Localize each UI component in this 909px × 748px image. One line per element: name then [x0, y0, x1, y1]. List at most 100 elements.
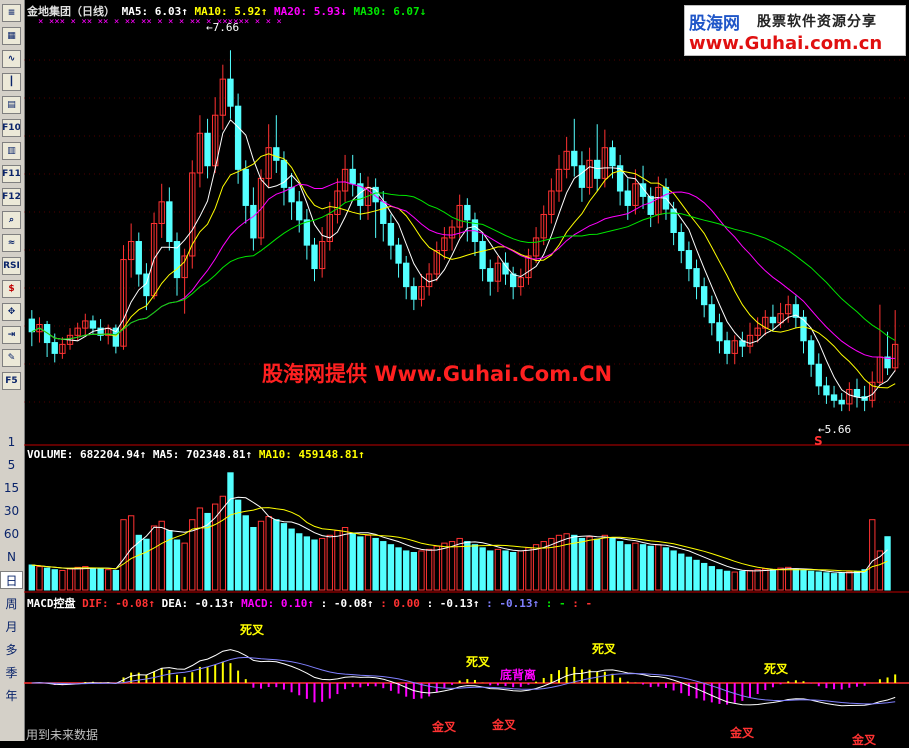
volume-bar — [357, 536, 364, 591]
period-5[interactable]: 5 — [0, 456, 23, 474]
golden-cross-label-1: 金叉 — [432, 720, 457, 734]
f12-icon[interactable]: F12 — [2, 188, 21, 206]
f10-icon[interactable]: F10 — [2, 119, 21, 137]
candle-body — [487, 268, 494, 282]
volume-bar — [594, 538, 601, 591]
volume-bar — [380, 541, 387, 591]
volume-bar — [425, 548, 433, 591]
candle-body — [716, 322, 723, 342]
volume-bar — [739, 570, 746, 591]
candle-body — [227, 78, 234, 107]
candle-body — [403, 262, 410, 288]
volume-bar — [647, 545, 654, 591]
period-30[interactable]: 30 — [0, 502, 23, 520]
dollar-icon[interactable]: $ — [2, 280, 21, 298]
volume-bar — [280, 523, 288, 591]
candle-body — [296, 201, 303, 221]
extra3-label: : -0.13↑ — [426, 597, 480, 610]
volume-bar — [670, 550, 677, 591]
line-chart-icon[interactable]: ∿ — [2, 50, 21, 68]
candle-body — [311, 244, 318, 270]
grid-icon[interactable]: ▦ — [2, 27, 21, 45]
candle-body — [853, 388, 861, 398]
death-cross-label-2: 死叉 — [466, 655, 491, 669]
volume-bar — [823, 572, 830, 591]
candle-body — [173, 241, 181, 279]
period-1[interactable]: 1 — [0, 433, 23, 451]
future-data-notice: 用到未来数据 — [26, 728, 99, 742]
period-周[interactable]: 周 — [0, 594, 23, 612]
volume-bar — [746, 569, 754, 591]
f5-icon[interactable]: F5 — [2, 372, 21, 390]
volume-bar — [97, 568, 104, 591]
candle-body — [838, 399, 845, 405]
volume-bar — [403, 550, 410, 591]
volume-bar — [288, 528, 295, 591]
candle-body — [800, 316, 807, 342]
extra4-label: : -0.13↑ — [486, 597, 540, 610]
period-年[interactable]: 年 — [0, 686, 23, 704]
volume-bar — [540, 541, 547, 591]
period-月[interactable]: 月 — [0, 617, 23, 635]
table-icon[interactable]: ▤ — [2, 96, 21, 114]
brand-slogan: 股票软件资源分享 — [757, 14, 877, 30]
volume-bar — [127, 515, 135, 591]
volume-bar — [815, 571, 822, 591]
volume-bar — [158, 520, 165, 591]
candle-body — [380, 201, 387, 224]
price-high-label: ←7.66 — [206, 21, 240, 34]
period-日[interactable]: 日 — [0, 571, 23, 589]
brand-logo: 股海网 股票软件资源分享 www.Guhai.com.cn — [684, 5, 906, 56]
left-toolbar: ≡ ▦ ∿ ┃ ▤ F10 ▥ F11 F12 ⌕ ≈ RSI $ ✥ ⇥ ✎ F5 1 5 15 30 60 N 日周月多季… — [0, 0, 25, 741]
candle-body — [594, 159, 601, 179]
candle-body — [685, 250, 693, 270]
volume-ma10-line — [31, 507, 888, 573]
candle-body — [410, 286, 418, 300]
volume-bar — [586, 536, 593, 591]
volume-bar — [66, 568, 74, 591]
death-cross-label-3: 死叉 — [592, 642, 617, 656]
search-icon[interactable]: ⌕ — [2, 211, 21, 229]
pencil-icon[interactable]: ✎ — [2, 349, 21, 367]
candle-body — [28, 318, 35, 333]
volume-bar — [624, 544, 631, 591]
move-icon[interactable]: ✥ — [2, 303, 21, 321]
volume-header: VOLUME: 682204.94↑ MA5: 702348.81↑ MA10:… — [27, 448, 365, 461]
volume-bar — [632, 542, 639, 591]
candle-body — [616, 165, 624, 192]
volume-bar — [150, 525, 158, 591]
volume-bar — [578, 537, 586, 591]
volume-bar — [807, 570, 815, 591]
volume-bar — [242, 515, 249, 591]
report-icon[interactable]: ▥ — [2, 142, 21, 160]
f11-icon[interactable]: F11 — [2, 165, 21, 183]
volume-bar — [716, 569, 723, 591]
volume-bar — [471, 544, 479, 591]
extra2-label: : 0.00 — [380, 597, 420, 610]
golden-cross-label-3: 金叉 — [730, 726, 755, 740]
period-60[interactable]: 60 — [0, 525, 23, 543]
volume-bar — [869, 519, 876, 591]
death-cross-label-1: 死叉 — [240, 623, 265, 637]
period-季[interactable]: 季 — [0, 663, 23, 681]
period-N[interactable]: N — [0, 548, 23, 566]
volume-bar — [303, 536, 311, 591]
indicator-icon[interactable]: ≈ — [2, 234, 21, 252]
candle-icon[interactable]: ┃ — [2, 73, 21, 91]
volume-bar — [563, 533, 570, 591]
volume-bar — [792, 568, 800, 591]
volume-bar — [395, 547, 402, 591]
volume-bar — [846, 571, 853, 591]
exit-icon[interactable]: ⇥ — [2, 326, 21, 344]
volume-bar — [754, 569, 761, 591]
period-多[interactable]: 多 — [0, 640, 23, 658]
list-icon[interactable]: ≡ — [2, 4, 21, 22]
candle-body — [273, 147, 280, 161]
volume-bar — [265, 516, 272, 591]
volume-bar — [464, 541, 471, 591]
volume-bar — [685, 556, 693, 591]
volume-ma5-line — [31, 496, 888, 574]
period-15[interactable]: 15 — [0, 479, 23, 497]
rsi-icon[interactable]: RSI — [2, 257, 21, 275]
brand-url: www.Guhai.com.cn — [689, 33, 883, 54]
